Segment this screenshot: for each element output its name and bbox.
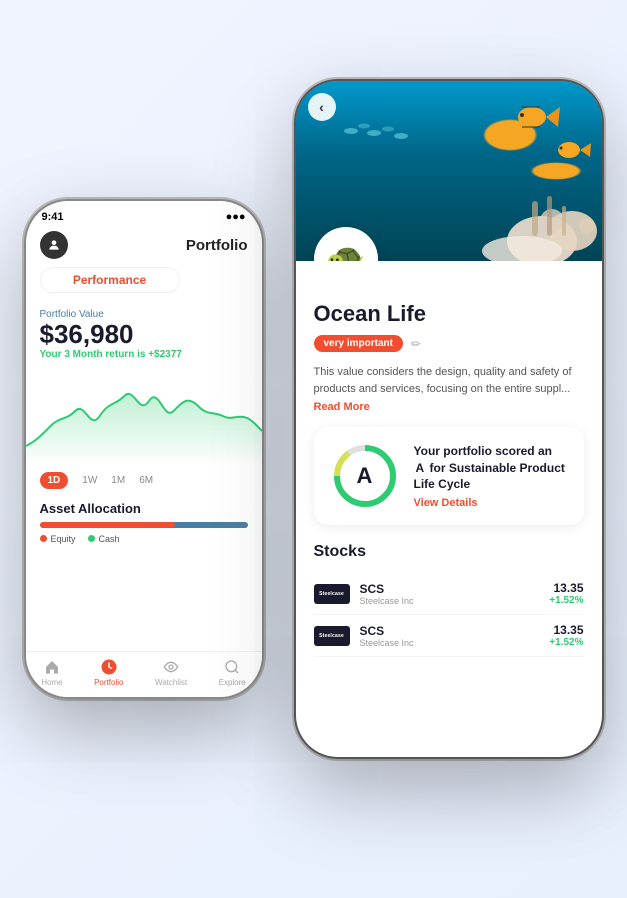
equity-label: Equity bbox=[51, 534, 76, 544]
stock-change-1: +1.52% bbox=[549, 595, 583, 606]
return-value: +$2377 bbox=[148, 349, 182, 360]
time-filters: 1D 1W 1M 6M bbox=[26, 466, 262, 495]
portfolio-value-section: Portfolio Value $36,980 Your 3 Month ret… bbox=[26, 303, 262, 366]
portfolio-return: Your 3 Month return is +$2377 bbox=[40, 349, 248, 360]
nav-portfolio-label: Portfolio bbox=[94, 678, 123, 687]
stock-logo-1: Steelcase bbox=[314, 584, 350, 604]
nav-watchlist[interactable]: Watchlist bbox=[155, 658, 187, 687]
score-text: Your portfolio scored an A for Sustainab… bbox=[414, 443, 568, 509]
allocation-bar bbox=[40, 522, 248, 528]
right-phone: ‹ 🐢 Ocean Life very important ✏ This val… bbox=[294, 79, 604, 759]
allocation-bar-fill bbox=[40, 522, 175, 528]
stock-ticker-2: SCS bbox=[360, 624, 414, 638]
read-more-link[interactable]: Read More bbox=[314, 401, 584, 413]
nav-explore[interactable]: Explore bbox=[219, 658, 246, 687]
left-header: Portfolio bbox=[26, 227, 262, 267]
stock-info-2: SCS Steelcase Inc bbox=[360, 624, 414, 648]
nav-home[interactable]: Home bbox=[41, 658, 62, 687]
home-icon bbox=[43, 658, 61, 676]
legend-equity: Equity bbox=[40, 534, 76, 544]
score-card: A Your portfolio scored an A for Sustain… bbox=[314, 427, 584, 525]
nav-watchlist-label: Watchlist bbox=[155, 678, 187, 687]
stocks-section: Stocks Steelcase SCS Steelcase Inc 13.35 bbox=[314, 543, 584, 657]
status-icons: ●●● bbox=[226, 211, 246, 223]
right-content: Ocean Life very important ✏ This value c… bbox=[296, 261, 602, 657]
cash-dot bbox=[88, 535, 95, 542]
view-details-link[interactable]: View Details bbox=[414, 497, 568, 509]
stock-info-1: SCS Steelcase Inc bbox=[360, 582, 414, 606]
stock-right-1: 13.35 +1.52% bbox=[549, 581, 583, 606]
stock-ticker-1: SCS bbox=[360, 582, 414, 596]
asset-allocation-section: Asset Allocation Equity Cash bbox=[26, 495, 262, 550]
legend-cash: Cash bbox=[88, 534, 120, 544]
left-phone: 9:41 ●●● Portfolio Performance Portfolio… bbox=[24, 199, 264, 699]
hero-section: ‹ 🐢 bbox=[296, 81, 602, 261]
legend: Equity Cash bbox=[40, 534, 248, 544]
stock-name-2: Steelcase Inc bbox=[360, 638, 414, 648]
table-row[interactable]: Steelcase SCS Steelcase Inc 13.35 +1.52% bbox=[314, 573, 584, 615]
ocean-title: Ocean Life bbox=[314, 301, 584, 327]
performance-button[interactable]: Performance bbox=[40, 267, 180, 293]
status-bar: 9:41 ●●● bbox=[26, 201, 262, 227]
stock-change-2: +1.52% bbox=[549, 637, 583, 648]
filter-1m[interactable]: 1M bbox=[111, 475, 125, 486]
stock-price-1: 13.35 bbox=[549, 581, 583, 595]
explore-icon bbox=[223, 658, 241, 676]
watchlist-icon bbox=[162, 658, 180, 676]
avatar bbox=[40, 231, 68, 259]
nav-home-label: Home bbox=[41, 678, 62, 687]
filter-1w[interactable]: 1W bbox=[82, 475, 97, 486]
nav-explore-label: Explore bbox=[219, 678, 246, 687]
bottom-nav: Home Portfolio Watchlist Explore bbox=[26, 651, 262, 697]
score-donut: A bbox=[330, 441, 400, 511]
page-title: Portfolio bbox=[186, 237, 248, 254]
portfolio-icon bbox=[100, 658, 118, 676]
equity-dot bbox=[40, 535, 47, 542]
filter-1d[interactable]: 1D bbox=[40, 472, 69, 489]
stock-left-1: Steelcase SCS Steelcase Inc bbox=[314, 582, 414, 606]
score-description: Your portfolio scored an A for Sustainab… bbox=[414, 443, 568, 493]
portfolio-chart bbox=[26, 366, 262, 466]
stock-price-2: 13.35 bbox=[549, 623, 583, 637]
tag-row: very important ✏ bbox=[314, 335, 584, 352]
table-row[interactable]: Steelcase SCS Steelcase Inc 13.35 +1.52% bbox=[314, 615, 584, 657]
stocks-title: Stocks bbox=[314, 543, 584, 561]
cash-label: Cash bbox=[99, 534, 120, 544]
asset-allocation-title: Asset Allocation bbox=[40, 501, 248, 516]
score-letter: A bbox=[357, 463, 373, 489]
time-display: 9:41 bbox=[42, 211, 64, 223]
edit-icon[interactable]: ✏ bbox=[411, 337, 421, 351]
back-button[interactable]: ‹ bbox=[308, 93, 336, 121]
portfolio-amount: $36,980 bbox=[40, 320, 248, 349]
stock-logo-2: Steelcase bbox=[314, 626, 350, 646]
stock-name-1: Steelcase Inc bbox=[360, 596, 414, 606]
phones-container: 9:41 ●●● Portfolio Performance Portfolio… bbox=[24, 39, 604, 859]
nav-portfolio[interactable]: Portfolio bbox=[94, 658, 123, 687]
description-text: This value considers the design, quality… bbox=[314, 364, 584, 397]
importance-tag[interactable]: very important bbox=[314, 335, 403, 352]
filter-6m[interactable]: 6M bbox=[139, 475, 153, 486]
stock-left-2: Steelcase SCS Steelcase Inc bbox=[314, 624, 414, 648]
stock-right-2: 13.35 +1.52% bbox=[549, 623, 583, 648]
